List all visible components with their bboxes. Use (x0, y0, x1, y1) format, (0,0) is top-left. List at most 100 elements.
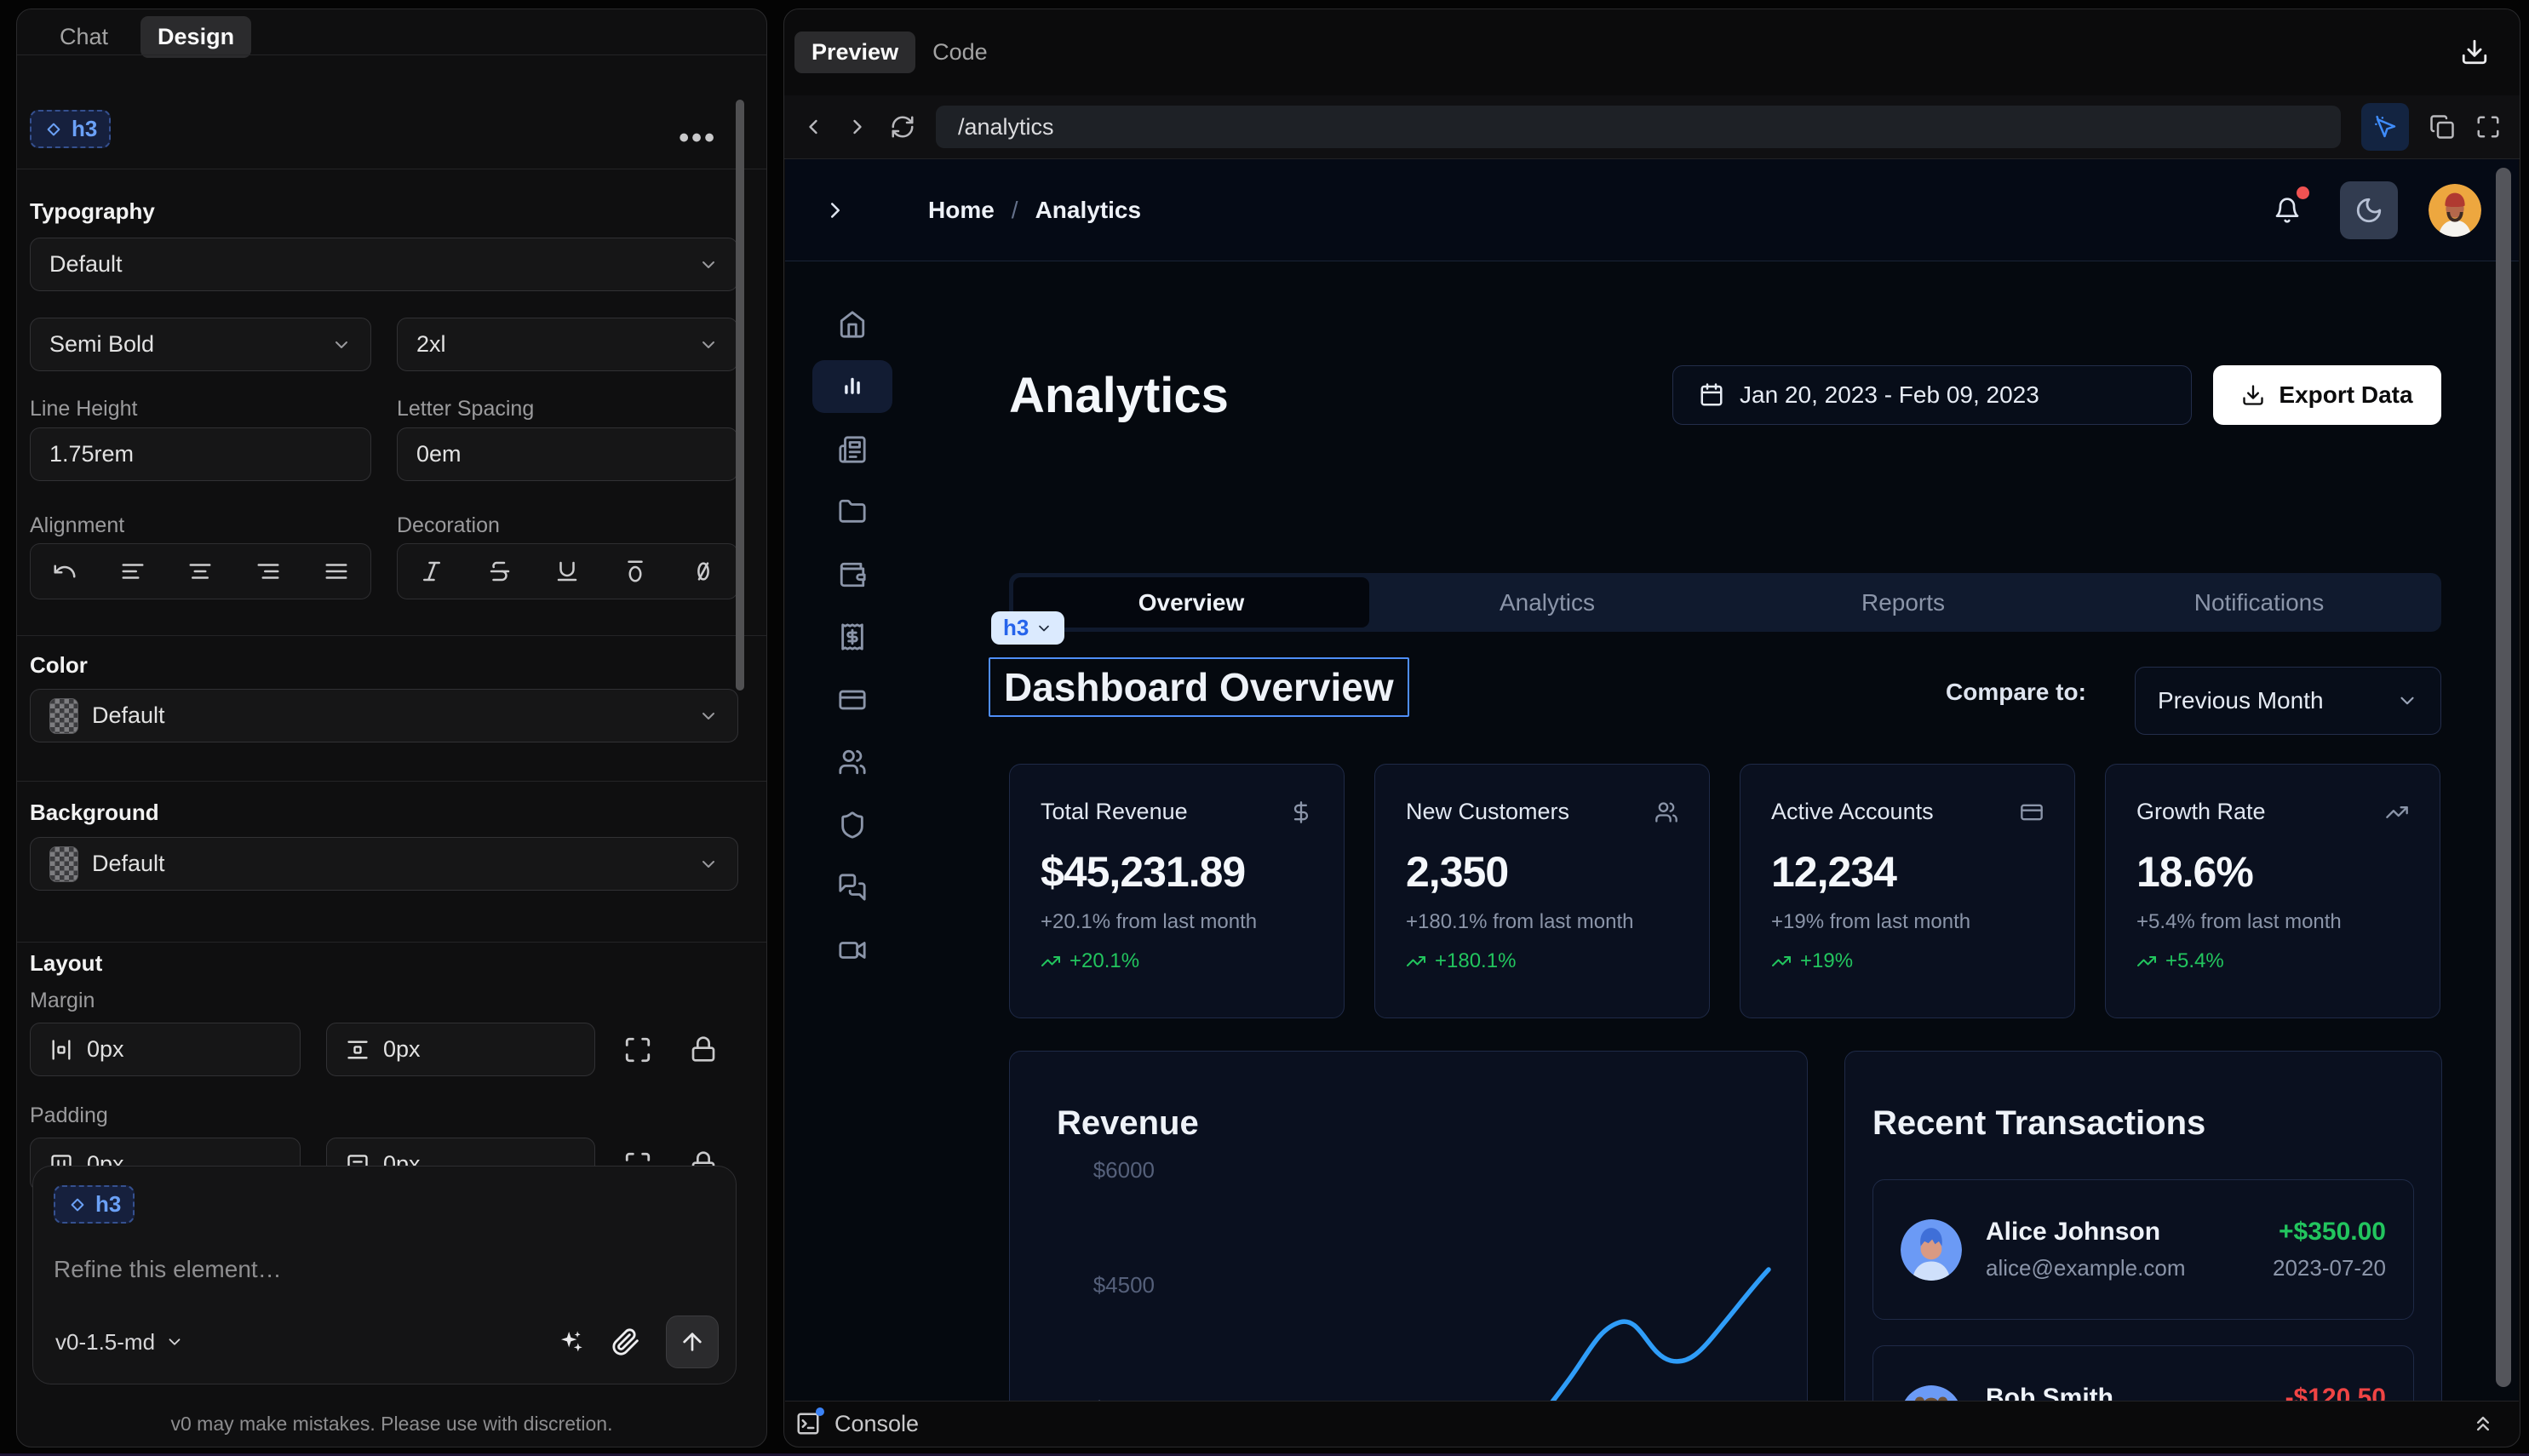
italic-icon[interactable] (419, 559, 444, 584)
tab-chat[interactable]: Chat (43, 16, 125, 58)
fullscreen-icon[interactable] (2475, 114, 2501, 140)
messages-icon (838, 873, 867, 902)
breadcrumb-home[interactable]: Home (928, 197, 995, 224)
home-icon (838, 310, 867, 339)
console-bar[interactable]: Console (785, 1401, 2519, 1446)
tab-code[interactable]: Code (915, 32, 1005, 73)
nav-files[interactable] (812, 485, 892, 538)
margin-y-input[interactable]: 0px (326, 1023, 595, 1076)
download-icon[interactable] (2460, 37, 2489, 66)
stat-card-growth-rate[interactable]: Growth Rate 18.6% +5.4% from last month … (2105, 764, 2440, 1018)
transactions-title: Recent Transactions (1872, 1104, 2205, 1143)
selection-tag-badge[interactable]: h3 (991, 611, 1064, 645)
sidebar-toggle-icon[interactable] (823, 198, 848, 223)
user-avatar[interactable] (2429, 184, 2481, 237)
nav-news[interactable] (812, 423, 892, 476)
align-left-icon[interactable] (120, 559, 146, 584)
align-right-icon[interactable] (255, 559, 281, 584)
tab-design[interactable]: Design (140, 16, 251, 58)
chevrons-up-icon[interactable] (2471, 1412, 2495, 1436)
overline-icon[interactable] (622, 559, 648, 584)
nav-wallet[interactable] (812, 548, 892, 601)
color-swatch (49, 698, 78, 734)
transaction-date: 2023-07-20 (2273, 1255, 2386, 1281)
tab-notifications[interactable]: Notifications (2081, 577, 2437, 628)
color-section-title: Color (30, 652, 88, 679)
submit-button[interactable] (666, 1316, 719, 1368)
selected-heading[interactable]: Dashboard Overview (989, 657, 1409, 717)
line-height-input[interactable]: 1.75rem (30, 427, 371, 481)
theme-toggle-button[interactable] (2340, 181, 2398, 239)
back-icon[interactable] (801, 115, 825, 139)
nav-cards[interactable] (812, 674, 892, 726)
transaction-row[interactable]: Alice Johnson alice@example.com +$350.00… (1872, 1179, 2414, 1320)
letter-spacing-input[interactable]: 0em (397, 427, 738, 481)
margin-expand-icon[interactable] (623, 1035, 652, 1064)
paperclip-icon[interactable] (611, 1327, 640, 1356)
font-select[interactable]: Default (30, 238, 738, 291)
calendar-icon (1699, 382, 1724, 408)
more-options-button[interactable]: ••• (679, 122, 717, 155)
copy-icon[interactable] (2429, 114, 2455, 140)
forward-icon[interactable] (846, 115, 869, 139)
compare-select[interactable]: Previous Month (2135, 667, 2441, 735)
inspect-cursor-button[interactable] (2361, 103, 2409, 151)
tab-reports[interactable]: Reports (1725, 577, 2081, 628)
selected-element-badge[interactable]: h3 (30, 110, 111, 148)
layout-section-title: Layout (30, 950, 102, 977)
transaction-amount: +$350.00 (2273, 1218, 2386, 1247)
export-data-button[interactable]: Export Data (2213, 365, 2441, 425)
undo-icon[interactable] (52, 559, 77, 584)
nav-video[interactable] (812, 924, 892, 977)
tab-preview[interactable]: Preview (794, 32, 915, 73)
nav-messages[interactable] (812, 861, 892, 914)
url-input[interactable]: /analytics (936, 106, 2341, 148)
nav-invoices[interactable] (812, 610, 892, 663)
notifications-button[interactable] (2274, 197, 2301, 224)
disclaimer-text: v0 may make mistakes. Please use with di… (17, 1413, 766, 1436)
composer-element-badge[interactable]: h3 (54, 1185, 135, 1224)
nav-home[interactable] (812, 298, 892, 351)
decoration-label: Decoration (397, 513, 500, 538)
underline-icon[interactable] (554, 559, 580, 584)
margin-lock-icon[interactable] (690, 1035, 717, 1063)
credit-card-icon (2020, 800, 2044, 824)
chevron-down-icon (2396, 690, 2418, 712)
sidebar-scrollbar[interactable] (736, 100, 744, 691)
align-justify-icon[interactable] (324, 559, 349, 584)
console-label: Console (834, 1411, 919, 1437)
preview-scrollbar[interactable] (2496, 168, 2511, 1387)
font-size-select[interactable]: 2xl (397, 318, 738, 371)
decoration-toolbar (397, 543, 738, 599)
margin-x-input[interactable]: 0px (30, 1023, 301, 1076)
no-decoration-icon[interactable] (691, 559, 716, 584)
color-select[interactable]: Default (30, 689, 738, 742)
stat-card-new-customers[interactable]: New Customers 2,350 +180.1% from last mo… (1374, 764, 1710, 1018)
nav-analytics[interactable] (812, 360, 892, 413)
strikethrough-icon[interactable] (487, 559, 513, 584)
tab-overview[interactable]: Overview (1013, 577, 1369, 628)
tab-analytics[interactable]: Analytics (1369, 577, 1725, 628)
background-select[interactable]: Default (30, 837, 738, 891)
stat-card-active-accounts[interactable]: Active Accounts 12,234 +19% from last mo… (1740, 764, 2075, 1018)
dollar-icon (1289, 800, 1313, 824)
nav-customers[interactable] (812, 736, 892, 788)
font-weight-select[interactable]: Semi Bold (30, 318, 371, 371)
stat-card-total-revenue[interactable]: Total Revenue $45,231.89 +20.1% from las… (1009, 764, 1345, 1018)
model-selector[interactable]: v0-1.5-md (55, 1329, 184, 1356)
align-center-icon[interactable] (187, 559, 213, 584)
avatar-bob (1901, 1385, 1962, 1402)
folder-icon (838, 497, 867, 526)
chevron-down-icon (1035, 620, 1052, 637)
refresh-icon[interactable] (890, 114, 915, 140)
alignment-toolbar (30, 543, 371, 599)
date-range-button[interactable]: Jan 20, 2023 - Feb 09, 2023 (1672, 365, 2192, 425)
chevron-down-icon (698, 706, 719, 726)
transaction-row[interactable]: Bob Smith bob@example.com -$120.50 2023-… (1872, 1345, 2414, 1401)
video-icon (838, 936, 867, 965)
console-status-dot (816, 1407, 824, 1416)
composer-input[interactable]: Refine this element… (54, 1256, 715, 1283)
sparkles-icon[interactable] (557, 1327, 586, 1356)
moon-icon (2354, 196, 2383, 225)
nav-security[interactable] (812, 799, 892, 851)
